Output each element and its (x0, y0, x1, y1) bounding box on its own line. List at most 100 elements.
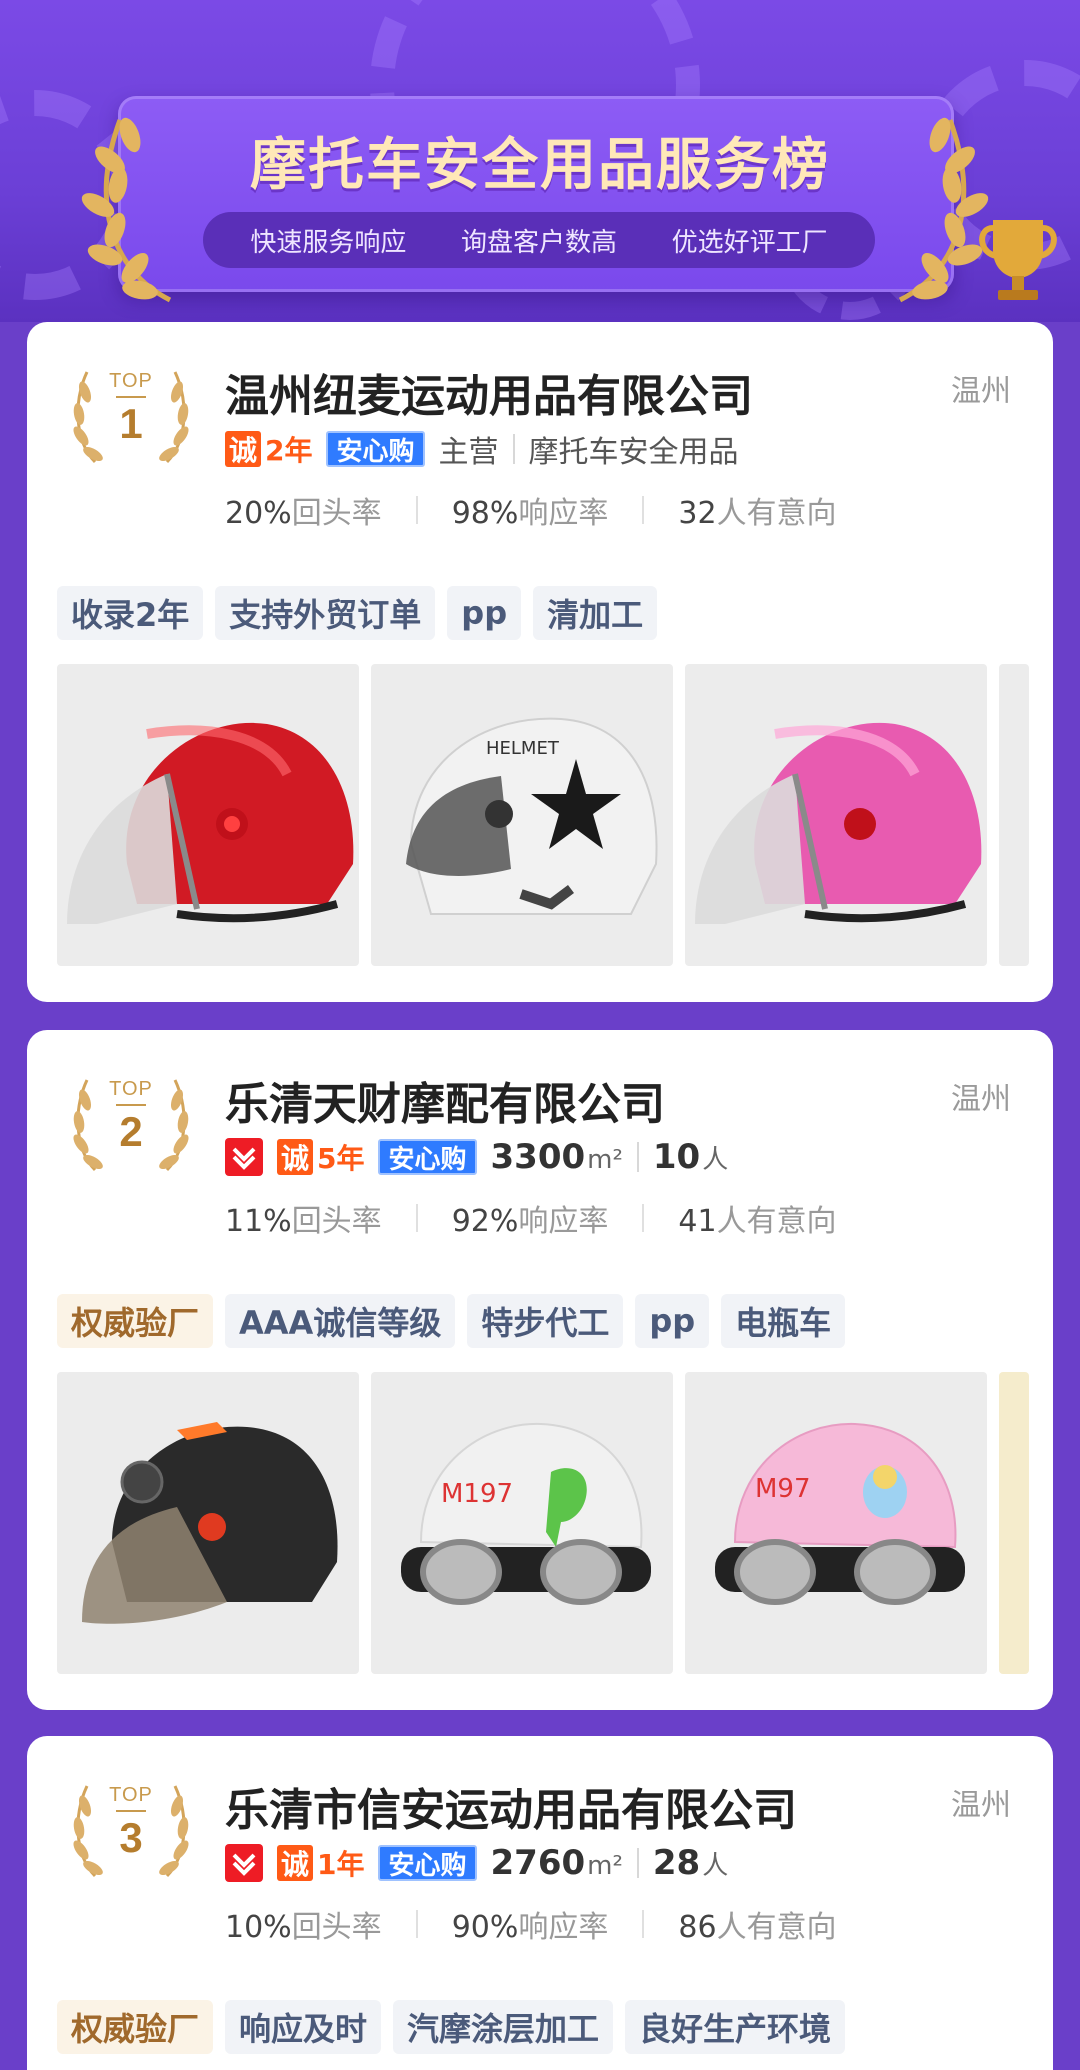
cheng-icon: 诚 (277, 1845, 313, 1881)
product-thumb[interactable] (685, 664, 987, 966)
tag-chip[interactable]: 特步代工 (467, 1294, 624, 1348)
response-rate-label: 响应率 (518, 496, 609, 531)
tag-chip[interactable]: pp (635, 1294, 710, 1348)
white-star-helmet-icon: HELMET (406, 717, 658, 915)
rank-divider (116, 1810, 146, 1812)
verified-shield-icon (225, 1138, 263, 1176)
cheng-years: 2年 (265, 434, 313, 467)
anxin-badge: 安心购 (378, 1845, 477, 1881)
response-rate-value: 98% (451, 496, 519, 531)
company-name[interactable]: 乐清天财摩配有限公司 (225, 1068, 665, 1132)
product-thumb[interactable]: M97 (685, 1372, 987, 1674)
divider (512, 434, 515, 464)
stats-row: 20% 回头率 98% 响应率 32 人有意向 (225, 488, 837, 532)
product-thumb[interactable] (57, 1372, 359, 1674)
staff-count-unit: 人 (702, 1851, 729, 1881)
black-helmet-icon (82, 1422, 338, 1624)
product-gallery[interactable]: M197 M97 (57, 1372, 1053, 1678)
return-rate-value: 10% (225, 1910, 292, 1945)
cheng-badge: 诚 5年 (277, 1137, 364, 1177)
tag-chip[interactable]: pp (447, 586, 522, 640)
divider (415, 496, 418, 524)
rank-divider (116, 396, 146, 398)
return-rate-label: 回头率 (291, 496, 382, 531)
product-thumb-partial[interactable] (999, 1372, 1029, 1674)
tag-chips: 权威验厂 AAA诚信等级 特步代工 pp 电瓶车 (57, 1294, 846, 1348)
tag-chip[interactable]: 良好生产环境 (625, 2000, 846, 2054)
company-name[interactable]: 乐清市信安运动用品有限公司 (225, 1774, 797, 1838)
return-rate: 11% 回头率 (225, 1196, 382, 1240)
badges-row: 诚 2年 安心购 主营 摩托车安全用品 (225, 428, 739, 470)
dino-goggle-helmet-icon: M197 (401, 1422, 651, 1605)
divider (415, 1204, 418, 1232)
company-city: 温州 (951, 1788, 1011, 1823)
factory-area-unit: m² (587, 1145, 623, 1175)
staff-count-value: 10 (652, 1137, 701, 1177)
company-city: 温州 (951, 374, 1011, 409)
company-city: 温州 (951, 1082, 1011, 1117)
tag-chip[interactable]: 响应及时 (225, 2000, 382, 2054)
anxin-badge: 安心购 (378, 1139, 477, 1175)
tag-chips: 收录2年 支持外贸订单 pp 清加工 (57, 586, 658, 640)
company-card-2[interactable]: TOP 2 乐清天财摩配有限公司 温州 诚 5年 安心购 3300m² 10人 … (27, 1030, 1053, 1710)
cheng-years: 1年 (317, 1848, 365, 1881)
tag-chip[interactable]: 汽摩涂层加工 (393, 2000, 614, 2054)
company-card-1[interactable]: TOP 1 温州纽麦运动用品有限公司 温州 诚 2年 安心购 主营 摩托车安全用… (27, 322, 1053, 1002)
tag-chip[interactable]: 支持外贸订单 (215, 586, 436, 640)
product-thumb[interactable] (57, 664, 359, 966)
product-thumb[interactable]: M197 (371, 1372, 673, 1674)
verified-shield-icon (225, 1844, 263, 1882)
feature-inquiry-high: 询盘客户数高 (460, 227, 617, 258)
tag-chip[interactable]: 清加工 (533, 586, 658, 640)
return-rate: 20% 回头率 (225, 488, 382, 532)
product-thumb-partial[interactable] (999, 664, 1029, 966)
response-rate: 92% 响应率 (452, 1196, 609, 1240)
rank-top-label: TOP (109, 1784, 153, 1806)
intent-count-label: 人有意向 (716, 1910, 837, 1945)
rank-badge: TOP 3 (65, 1776, 197, 1886)
svg-text:M197: M197 (441, 1479, 513, 1509)
factory-area: 3300m² (491, 1137, 623, 1177)
return-rate-value: 11% (225, 1204, 292, 1239)
tag-chip-verified[interactable]: 权威验厂 (57, 2000, 214, 2054)
stats-row: 11% 回头率 92% 响应率 41 人有意向 (225, 1196, 837, 1240)
response-rate: 90% 响应率 (452, 1902, 609, 1946)
staff-count-value: 28 (652, 1843, 701, 1883)
main-business-label: 主营 (438, 435, 499, 470)
feature-pill: 快速服务响应 询盘客户数高 优选好评工厂 (203, 212, 875, 268)
intent-count-value: 32 (678, 496, 717, 531)
return-rate-value: 20% (225, 496, 292, 531)
tag-chip[interactable]: 电瓶车 (721, 1294, 846, 1348)
staff-count: 10人 (653, 1137, 728, 1177)
factory-area-unit: m² (587, 1851, 623, 1881)
tag-chip[interactable]: AAA诚信等级 (225, 1294, 456, 1348)
rank-top-label: TOP (109, 1078, 153, 1100)
product-gallery[interactable]: HELMET (57, 664, 1053, 970)
anxin-badge: 安心购 (326, 431, 425, 467)
header-banner: 摩托车安全用品服务榜 快速服务响应 询盘客户数高 优选好评工厂 (0, 0, 1080, 322)
factory-area-value: 2760 (490, 1843, 586, 1883)
cheng-icon: 诚 (225, 431, 261, 467)
feature-top-rated: 优选好评工厂 (671, 227, 828, 258)
divider (642, 1204, 645, 1232)
factory-area-value: 3300 (490, 1137, 586, 1177)
company-card-3[interactable]: TOP 3 乐清市信安运动用品有限公司 温州 诚 1年 安心购 2760m² 2… (27, 1736, 1053, 2070)
stats-row: 10% 回头率 90% 响应率 86 人有意向 (225, 1902, 837, 1946)
intent-count-label: 人有意向 (716, 496, 837, 531)
badges-row: 诚 1年 安心购 2760m² 28人 (225, 1842, 728, 1884)
intent-count: 32 人有意向 (678, 488, 836, 532)
pink-helmet-icon (695, 722, 982, 924)
intent-count: 41 人有意向 (678, 1196, 836, 1240)
rank-badge: TOP 1 (65, 362, 197, 472)
intent-count-label: 人有意向 (716, 1204, 837, 1239)
response-rate-value: 90% (451, 1910, 519, 1945)
rank-number: 3 (119, 1814, 143, 1861)
tag-chip[interactable]: 收录2年 (57, 586, 204, 640)
company-name[interactable]: 温州纽麦运动用品有限公司 (225, 360, 753, 424)
main-business-value: 摩托车安全用品 (528, 435, 739, 470)
product-thumb[interactable]: HELMET (371, 664, 673, 966)
divider (642, 496, 645, 524)
tag-chip-verified[interactable]: 权威验厂 (57, 1294, 214, 1348)
page-title: 摩托车安全用品服务榜 (250, 133, 830, 198)
staff-count-unit: 人 (702, 1145, 729, 1175)
